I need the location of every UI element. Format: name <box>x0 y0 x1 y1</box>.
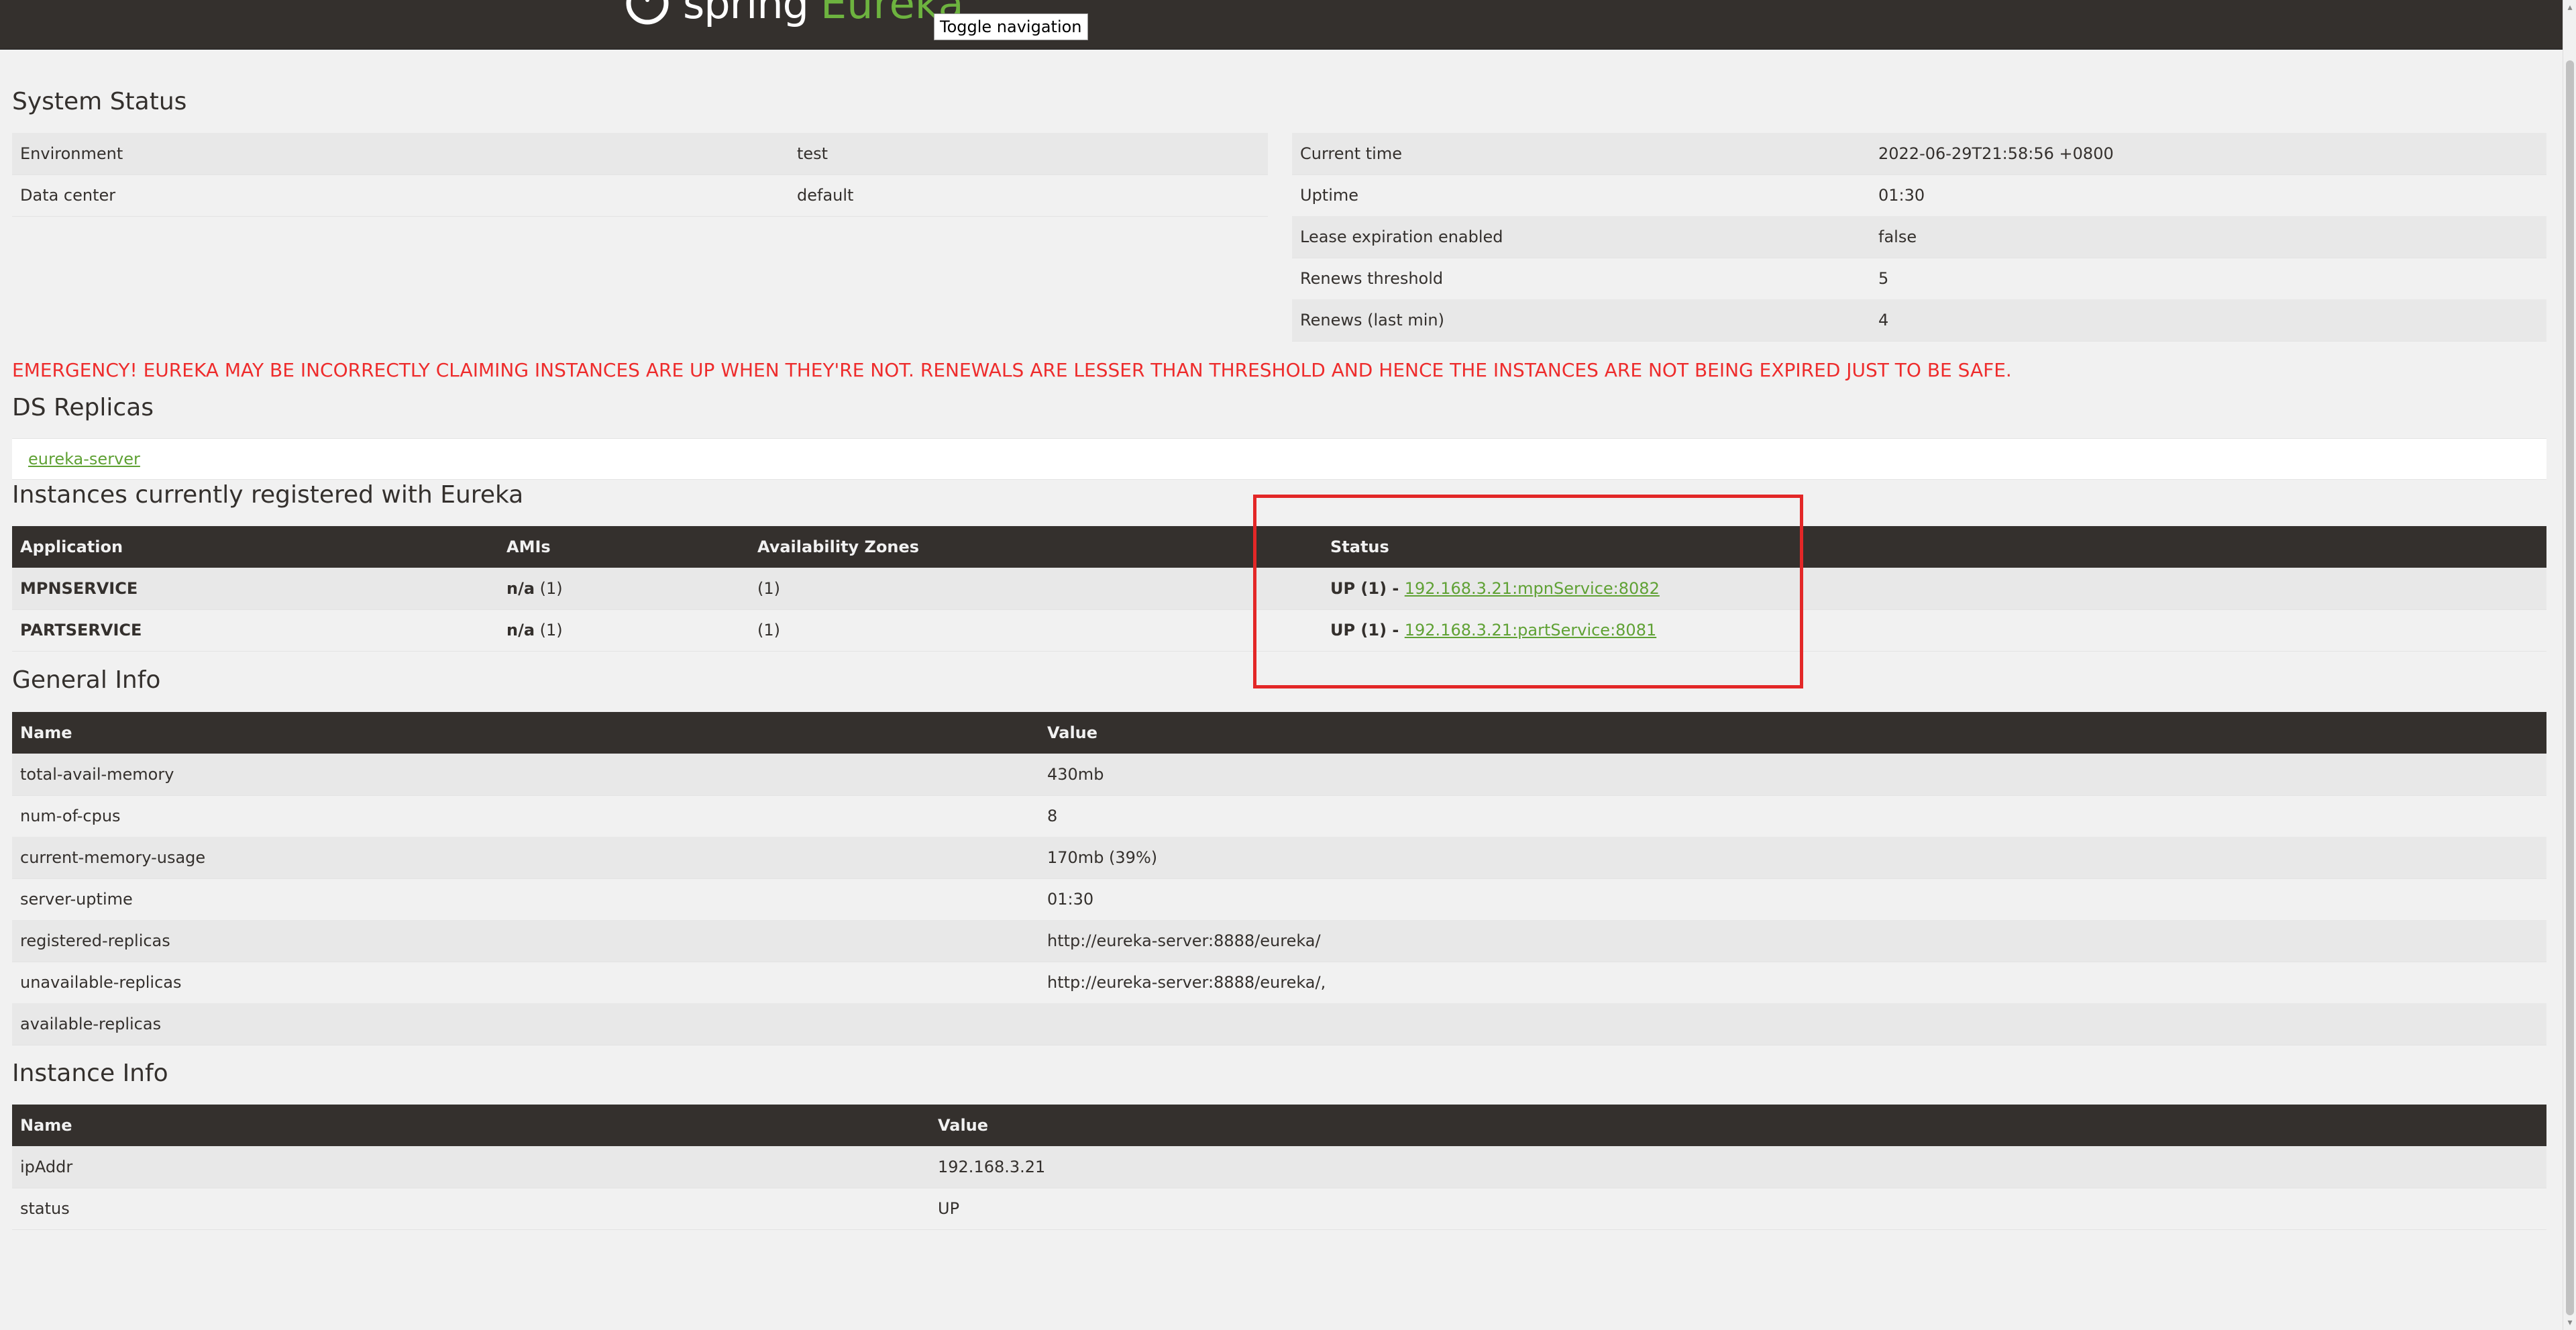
availability-zones-value: (1) <box>757 579 780 598</box>
table-row: Environment test <box>12 133 1268 175</box>
info-name: unavailable-replicas <box>20 973 182 992</box>
top-navbar: spring Eureka Toggle navigation <box>0 0 2563 50</box>
amis-cell: n/a (1) <box>506 568 563 609</box>
table-row: status UP <box>12 1188 2546 1230</box>
info-name: registered-replicas <box>20 931 170 950</box>
brand-spring-text: spring <box>683 0 809 28</box>
emergency-warning: EMERGENCY! EUREKA MAY BE INCORRECTLY CLA… <box>12 359 2012 381</box>
column-header-value: Value <box>1047 723 1098 742</box>
info-name: server-uptime <box>20 890 133 909</box>
availability-zones-value: (1) <box>757 621 780 640</box>
data-center-value: default <box>797 186 854 205</box>
info-name: status <box>20 1199 70 1218</box>
info-name: num-of-cpus <box>20 807 121 825</box>
data-center-label: Data center <box>20 186 116 205</box>
toggle-navigation-button[interactable]: Toggle navigation <box>934 13 1088 40</box>
column-header-name: Name <box>20 1116 72 1135</box>
column-header-name: Name <box>20 723 72 742</box>
info-name: total-avail-memory <box>20 765 174 784</box>
application-name: PARTSERVICE <box>20 621 142 640</box>
spring-leaf-icon <box>626 0 669 25</box>
column-header-value: Value <box>938 1116 989 1135</box>
current-time-label: Current time <box>1300 144 1402 163</box>
amis-cell: n/a (1) <box>506 609 563 651</box>
general-info-table-body: total-avail-memory 430mb num-of-cpus 8 c… <box>12 754 2546 1045</box>
info-name: current-memory-usage <box>20 848 206 867</box>
lease-expiration-value: false <box>1878 227 1917 246</box>
column-header-application: Application <box>20 538 123 556</box>
info-value: 170mb (39%) <box>1047 848 1158 867</box>
info-value: http://eureka-server:8888/eureka/ <box>1047 931 1321 950</box>
scrollbar-thumb[interactable] <box>2566 60 2574 1315</box>
column-header-amis: AMIs <box>506 538 551 556</box>
general-info-heading: General Info <box>12 666 161 694</box>
amis-count: (1) <box>535 621 563 640</box>
table-row: Renews threshold 5 <box>1292 258 2546 300</box>
table-row: Current time 2022-06-29T21:58:56 +0800 <box>1292 133 2546 175</box>
ds-replicas-list: eureka-server <box>12 438 2546 480</box>
info-name: ipAddr <box>20 1158 73 1176</box>
lease-expiration-label: Lease expiration enabled <box>1300 227 1503 246</box>
table-row: unavailable-replicas http://eureka-serve… <box>12 962 2546 1004</box>
info-value: http://eureka-server:8888/eureka/, <box>1047 973 1326 992</box>
status-highlight-annotation <box>1253 495 1803 688</box>
application-name: MPNSERVICE <box>20 579 138 598</box>
instances-heading: Instances currently registered with Eure… <box>12 481 524 509</box>
instance-info-heading: Instance Info <box>12 1060 168 1087</box>
uptime-label: Uptime <box>1300 186 1359 205</box>
renews-last-min-label: Renews (last min) <box>1300 311 1445 329</box>
environment-label: Environment <box>20 144 123 163</box>
general-info-table-header: Name Value <box>12 712 2546 754</box>
table-row: Data center default <box>12 174 1268 217</box>
table-row: ipAddr 192.168.3.21 <box>12 1146 2546 1188</box>
table-row: registered-replicas http://eureka-server… <box>12 920 2546 962</box>
table-row: num-of-cpus 8 <box>12 795 2546 837</box>
info-value: 192.168.3.21 <box>938 1158 1046 1176</box>
system-status-heading: System Status <box>12 88 187 115</box>
table-row: Lease expiration enabled false <box>1292 216 2546 258</box>
table-row: Renews (last min) 4 <box>1292 299 2546 342</box>
scroll-up-icon[interactable]: ▴ <box>2565 3 2575 12</box>
system-status-left-table: Environment test Data center default <box>12 133 1268 217</box>
uptime-value: 01:30 <box>1878 186 1925 205</box>
column-header-availability-zones: Availability Zones <box>757 538 920 556</box>
amis-value: n/a <box>506 579 535 598</box>
table-row: available-replicas <box>12 1003 2546 1045</box>
instance-info-table-body: ipAddr 192.168.3.21 status UP <box>12 1146 2546 1230</box>
info-value: 430mb <box>1047 765 1104 784</box>
info-name: available-replicas <box>20 1015 162 1033</box>
scroll-down-icon[interactable]: ▾ <box>2565 1318 2575 1327</box>
environment-value: test <box>797 144 828 163</box>
info-value: 01:30 <box>1047 890 1094 909</box>
vertical-scrollbar[interactable]: ▴ ▾ <box>2563 0 2576 1330</box>
info-value: 8 <box>1047 807 1058 825</box>
table-row: total-avail-memory 430mb <box>12 754 2546 796</box>
ds-replicas-heading: DS Replicas <box>12 394 154 421</box>
renews-threshold-label: Renews threshold <box>1300 269 1444 288</box>
table-row: Uptime 01:30 <box>1292 174 2546 217</box>
info-value: UP <box>938 1199 960 1218</box>
current-time-value: 2022-06-29T21:58:56 +0800 <box>1878 144 2114 163</box>
table-row: current-memory-usage 170mb (39%) <box>12 837 2546 879</box>
system-status-right-table: Current time 2022-06-29T21:58:56 +0800 U… <box>1292 133 2546 342</box>
brand-logo-link[interactable]: spring Eureka <box>624 0 964 28</box>
renews-last-min-value: 4 <box>1878 311 1889 329</box>
replica-link-eureka-server[interactable]: eureka-server <box>28 439 140 479</box>
renews-threshold-value: 5 <box>1878 269 1889 288</box>
amis-count: (1) <box>535 579 563 598</box>
instance-info-table-header: Name Value <box>12 1105 2546 1146</box>
table-row: server-uptime 01:30 <box>12 878 2546 921</box>
amis-value: n/a <box>506 621 535 640</box>
